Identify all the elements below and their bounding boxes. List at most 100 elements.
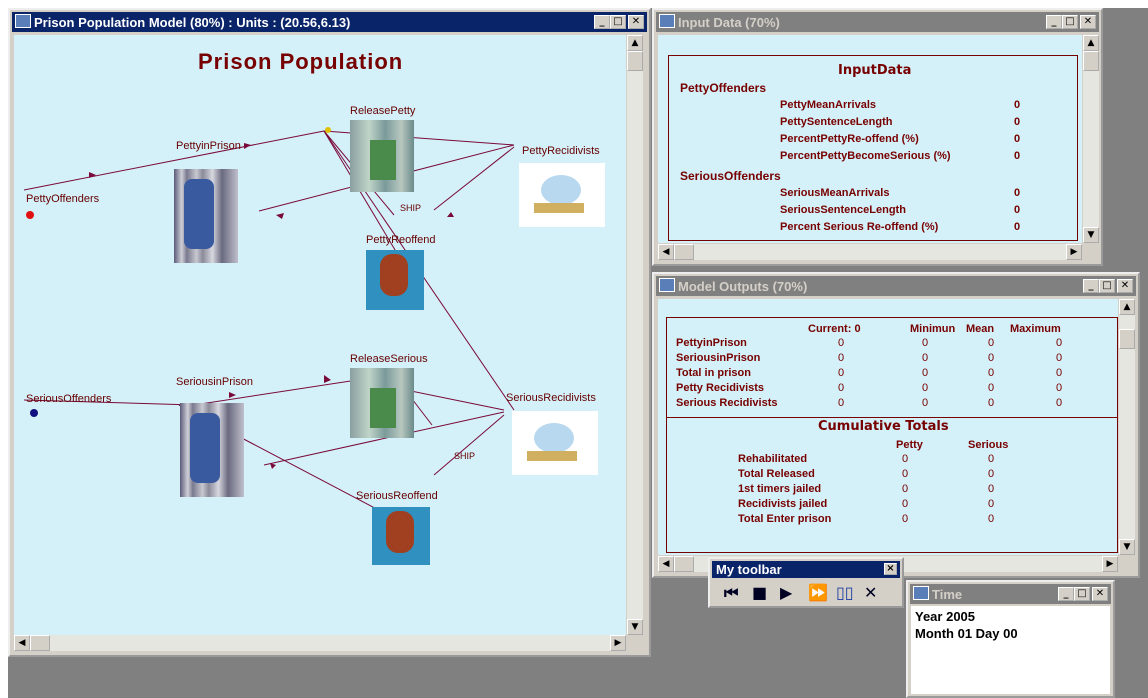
output-column-header: Current: 0 — [808, 323, 861, 335]
cumulative-cell: 0 — [902, 453, 909, 465]
close-icon[interactable]: × — [884, 563, 897, 575]
serious-offenders-node[interactable] — [30, 409, 38, 417]
input-hscroll[interactable]: ◀ ▶ — [658, 244, 1082, 260]
model-canvas[interactable]: Prison Population PettyOffenders Pettyin… — [14, 35, 626, 635]
input-param-value[interactable]: 0 — [1014, 116, 1020, 128]
output-cell: 0 — [838, 367, 845, 379]
time-title: Time — [932, 586, 963, 602]
hscroll-thumb[interactable] — [674, 244, 694, 260]
time-titlebar[interactable]: Time _ □ ✕ — [910, 584, 1111, 604]
scroll-right-icon[interactable]: ▶ — [610, 635, 626, 651]
ship-label-1: SHIP — [400, 203, 422, 213]
toolbar-titlebar[interactable]: My toolbar × — [712, 561, 900, 578]
rewind-icon[interactable]: ⏮ — [724, 583, 738, 603]
minimize-icon[interactable]: _ — [1058, 587, 1074, 601]
serious-reoffend-image[interactable] — [372, 507, 430, 565]
play-icon[interactable]: ▶ — [780, 583, 792, 602]
cumulative-cell: 0 — [902, 513, 909, 525]
model-titlebar[interactable]: Prison Population Model (80%) : Units : … — [12, 12, 647, 32]
outputs-title: Model Outputs (70%) — [678, 278, 808, 294]
outputs-window[interactable]: Model Outputs (70%) _ □ ✕ Current: 0 Minimu… — [652, 272, 1140, 578]
close-x-icon[interactable]: ✕ — [864, 583, 877, 602]
hscroll-thumb[interactable] — [674, 556, 694, 572]
input-param-value[interactable]: 0 — [1014, 99, 1020, 111]
serious-reoffend-label: SeriousReoffend — [356, 490, 438, 502]
output-cell: 0 — [988, 397, 995, 409]
petty-section-header: PettyOffenders — [680, 81, 767, 95]
scroll-up-icon[interactable]: ▲ — [627, 35, 643, 51]
resize-grip[interactable] — [627, 635, 643, 651]
stop-icon[interactable]: ■ — [752, 583, 767, 602]
output-cell: 0 — [1056, 337, 1063, 349]
input-title: Input Data (70%) — [678, 14, 780, 30]
input-param-label: PercentPettyBecomeSerious (%) — [780, 150, 951, 162]
scroll-thumb[interactable] — [1119, 329, 1135, 349]
petty-reoffend-image[interactable] — [366, 250, 424, 310]
model-window[interactable]: Prison Population Model (80%) : Units : … — [8, 8, 651, 657]
output-cell: 0 — [922, 352, 929, 364]
minimize-icon[interactable]: _ — [594, 15, 610, 29]
maximize-icon[interactable]: □ — [1099, 279, 1115, 293]
input-param-value[interactable]: 0 — [1014, 150, 1020, 162]
serious-prison-image[interactable] — [180, 403, 244, 497]
output-cell: 0 — [1056, 382, 1063, 394]
output-cell: 0 — [988, 367, 995, 379]
scroll-right-icon[interactable]: ▶ — [1102, 556, 1118, 572]
scroll-up-icon[interactable]: ▲ — [1119, 299, 1135, 315]
input-param-value[interactable]: 0 — [1014, 133, 1020, 145]
input-param-value[interactable]: 0 — [1014, 204, 1020, 216]
minimize-icon[interactable]: _ — [1046, 15, 1062, 29]
maximize-icon[interactable]: □ — [610, 15, 626, 29]
release-petty-image[interactable] — [350, 120, 414, 192]
scroll-down-icon[interactable]: ▼ — [1119, 539, 1135, 555]
scroll-right-icon[interactable]: ▶ — [1066, 244, 1082, 260]
scroll-thumb[interactable] — [627, 51, 643, 71]
input-param-value[interactable]: 0 — [1014, 221, 1020, 233]
petty-prison-image[interactable] — [174, 169, 238, 263]
input-window[interactable]: Input Data (70%) _ □ ✕ InputData PettyOffe… — [652, 8, 1103, 266]
release-serious-label: ReleaseSerious — [350, 353, 428, 365]
input-param-label: PettySentenceLength — [780, 116, 893, 128]
scroll-down-icon[interactable]: ▼ — [1083, 227, 1099, 243]
cumulative-row-label: Recidivists jailed — [738, 498, 828, 510]
output-column-header: Minimun — [910, 323, 956, 335]
output-cell: 0 — [1056, 367, 1063, 379]
close-icon[interactable]: ✕ — [628, 15, 644, 29]
input-param-value[interactable]: 0 — [1014, 187, 1020, 199]
output-cell: 0 — [988, 337, 995, 349]
app-icon — [659, 14, 675, 28]
scroll-left-icon[interactable]: ◀ — [14, 635, 30, 651]
close-icon[interactable]: ✕ — [1080, 15, 1096, 29]
output-row-label: Serious Recidivists — [676, 397, 778, 409]
close-icon[interactable]: ✕ — [1117, 279, 1133, 293]
scroll-up-icon[interactable]: ▲ — [1083, 35, 1099, 51]
petty-offenders-node[interactable] — [26, 211, 34, 219]
scroll-left-icon[interactable]: ◀ — [658, 244, 674, 260]
output-column-header: Mean — [966, 323, 995, 335]
scroll-left-icon[interactable]: ◀ — [658, 556, 674, 572]
book-icon[interactable]: ▯▯ — [836, 583, 854, 602]
fast-forward-icon[interactable]: ⏩ — [808, 583, 828, 602]
cumulative-cell: 0 — [988, 483, 995, 495]
maximize-icon[interactable]: □ — [1074, 587, 1090, 601]
serious-recidivists-image[interactable] — [512, 411, 598, 475]
outputs-titlebar[interactable]: Model Outputs (70%) _ □ ✕ — [656, 276, 1136, 296]
release-serious-image[interactable] — [350, 368, 414, 438]
scroll-down-icon[interactable]: ▼ — [627, 619, 643, 635]
time-window[interactable]: Time _ □ ✕ Year 2005 Month 01 Day 00 — [906, 580, 1115, 698]
hscroll-thumb[interactable] — [30, 635, 50, 651]
model-title: Prison Population Model (80%) : Units : … — [34, 14, 351, 30]
minimize-icon[interactable]: _ — [1083, 279, 1099, 293]
model-hscroll[interactable]: ◀ ▶ — [14, 635, 626, 651]
output-cell: 0 — [922, 397, 929, 409]
input-titlebar[interactable]: Input Data (70%) _ □ ✕ — [656, 12, 1099, 32]
close-icon[interactable]: ✕ — [1092, 587, 1108, 601]
petty-recidivists-image[interactable] — [519, 163, 605, 227]
input-vscroll[interactable]: ▲ ▼ — [1083, 35, 1099, 243]
scroll-thumb[interactable] — [1083, 51, 1099, 71]
outputs-vscroll[interactable]: ▲ ▼ — [1119, 299, 1135, 555]
maximize-icon[interactable]: □ — [1062, 15, 1078, 29]
model-vscroll[interactable]: ▲ ▼ — [627, 35, 643, 635]
cumulative-cell: 0 — [902, 483, 909, 495]
toolbar-window[interactable]: My toolbar × ⏮ ■ ▶ ⏩ ▯▯ ✕ — [708, 557, 904, 608]
